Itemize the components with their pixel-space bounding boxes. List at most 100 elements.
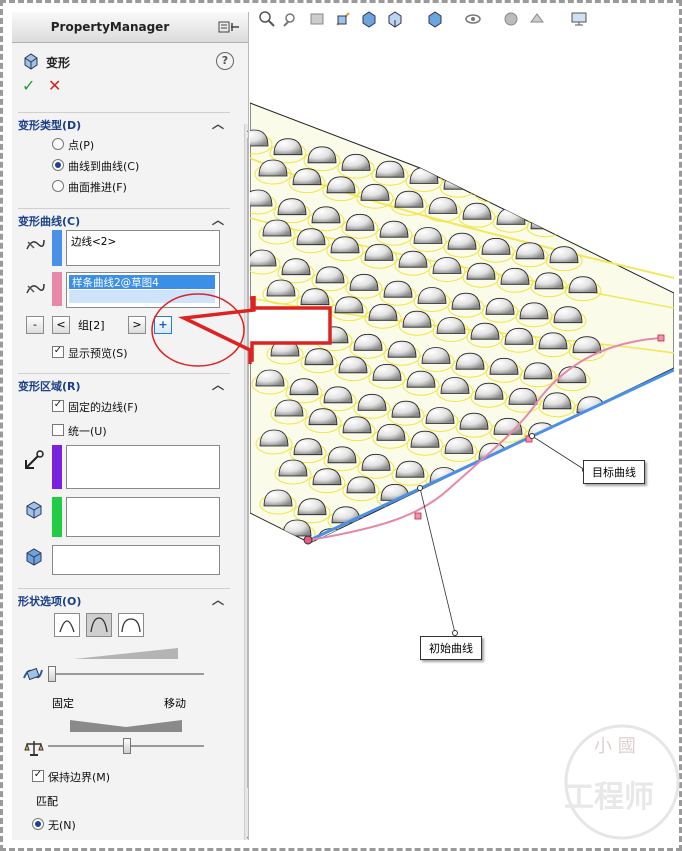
deform-type-title[interactable]: 变形类型(D) ︿ <box>18 112 230 133</box>
watermark-seal: 小 國 工程师 <box>560 720 680 840</box>
hide-show-icon[interactable] <box>426 10 444 28</box>
balance-icon <box>24 741 44 756</box>
checkbox-icon[interactable] <box>32 770 44 782</box>
initial-curve-color-stripe <box>52 230 62 266</box>
view-eye-icon[interactable] <box>464 10 482 28</box>
bump <box>545 186 575 204</box>
bump <box>561 426 591 444</box>
scrollbar-thumb[interactable] <box>247 138 248 788</box>
bump-outline <box>346 540 384 543</box>
panel-header: PropertyManager <box>12 12 248 43</box>
previous-view-icon[interactable] <box>308 10 326 28</box>
deform-curves-title[interactable]: 变形曲线(C) ︿ <box>18 208 230 229</box>
shape-options-section: 形状选项(O) ︿ <box>18 588 230 609</box>
bump <box>448 497 478 514</box>
radio-icon[interactable] <box>52 180 64 192</box>
radio-icon[interactable] <box>32 818 44 830</box>
bump <box>565 486 595 504</box>
shape-stiffness-mid-button[interactable] <box>86 613 112 637</box>
bump-outline <box>542 456 580 478</box>
bump <box>512 447 542 465</box>
watermark-line2: 工程师 <box>564 780 654 815</box>
initial-curve-selection-box[interactable]: 边线<2> <box>66 230 220 266</box>
bump <box>467 532 497 543</box>
initial-curve-item[interactable]: 边线<2> <box>71 234 116 249</box>
anchor-edge-icon <box>25 450 44 469</box>
bump <box>399 520 429 538</box>
bump-outline <box>410 494 448 516</box>
bump <box>530 212 560 230</box>
stiffness-max-icon <box>121 618 141 633</box>
keep-boundary-checkbox[interactable]: 保持边界(M) <box>32 769 110 785</box>
bump-outline <box>561 490 599 512</box>
cancel-button[interactable]: ✕ <box>48 76 61 95</box>
pin-icon[interactable] <box>218 19 240 35</box>
model-view <box>250 102 674 636</box>
target-curve-item[interactable]: 样条曲线2@草图4 <box>69 275 215 289</box>
bump <box>350 536 380 543</box>
next-group-button[interactable]: > <box>128 316 146 334</box>
scroll-up-icon[interactable]: ▲ <box>247 124 248 133</box>
zoom-icon[interactable] <box>258 10 276 28</box>
uniform-label: 统一(U) <box>68 425 107 438</box>
shape-stiffness-max-button[interactable] <box>118 613 144 637</box>
zoom-area-icon[interactable] <box>282 10 300 28</box>
show-preview-checkbox[interactable]: 显示预览(S) <box>52 345 128 361</box>
section-view-icon[interactable] <box>334 10 352 28</box>
radio-surface-push[interactable]: 曲面推进(F) <box>52 179 127 195</box>
keep-boundary-label: 保持边界(M) <box>48 771 111 784</box>
initial-curve-callout: 初始曲线 <box>420 636 482 660</box>
ok-button[interactable]: ✓ <box>22 76 35 95</box>
fixed-edges-checkbox[interactable]: 固定的边线(F) <box>52 399 138 415</box>
panel-scrollbar[interactable]: ▲ ▼ <box>244 124 248 840</box>
fixed-edges-selection-box[interactable] <box>66 445 220 489</box>
radio-point[interactable]: 点(P) <box>52 137 94 153</box>
checkbox-icon[interactable] <box>52 400 64 412</box>
monitor-icon[interactable] <box>570 10 588 28</box>
bump <box>550 512 580 530</box>
help-icon[interactable]: ? <box>216 52 234 70</box>
bump-outline <box>512 511 550 533</box>
radio-icon[interactable] <box>52 159 64 171</box>
bump <box>433 527 463 543</box>
appearance-icon[interactable] <box>502 10 520 28</box>
shape-accuracy-icon <box>23 667 43 681</box>
bump-outline <box>478 506 516 528</box>
radio-surface-push-label: 曲面推进(F) <box>68 181 127 194</box>
deform-region-title[interactable]: 变形区域(R) ︿ <box>18 373 230 394</box>
body-selection-box[interactable] <box>52 545 220 575</box>
target-curve-color-stripe <box>52 272 62 306</box>
deform-region-title-label: 变形区域(R) <box>18 380 81 393</box>
scene-icon[interactable] <box>528 10 546 28</box>
uniform-checkbox[interactable]: 统一(U) <box>52 423 107 439</box>
bump-outline <box>463 536 501 543</box>
view-orientation-icon[interactable] <box>360 10 378 28</box>
bump <box>564 216 594 234</box>
watermark-line1: 小 國 <box>594 736 636 757</box>
collapse-chevron-icon[interactable]: ︿ <box>212 211 224 228</box>
annotation-arrow-head <box>151 293 256 367</box>
collapse-chevron-icon[interactable]: ︿ <box>212 591 224 608</box>
fixed-faces-selection-box[interactable] <box>66 497 220 537</box>
shape-stiffness-min-button[interactable] <box>54 613 80 637</box>
bump <box>531 482 561 500</box>
stiffness-slider-thumb[interactable] <box>123 738 131 754</box>
remove-group-button[interactable]: - <box>26 316 44 334</box>
previous-group-button[interactable]: < <box>52 316 70 334</box>
radio-curve-to-curve[interactable]: 曲线到曲线(C) <box>52 158 139 174</box>
match-none-radio[interactable]: 无(N) <box>32 817 76 833</box>
bump-outline <box>560 220 598 242</box>
shape-accuracy-slider-thumb[interactable] <box>48 666 56 682</box>
graphics-viewport[interactable] <box>250 8 674 842</box>
bump-outline <box>459 476 497 498</box>
checkbox-icon[interactable] <box>52 346 64 358</box>
radio-icon[interactable] <box>52 138 64 150</box>
display-style-icon[interactable] <box>386 10 404 28</box>
checkbox-icon[interactable] <box>52 424 64 436</box>
bump <box>463 472 493 490</box>
collapse-chevron-icon[interactable]: ︿ <box>212 376 224 393</box>
collapse-chevron-icon[interactable]: ︿ <box>212 115 224 132</box>
scroll-down-icon[interactable]: ▼ <box>247 835 248 840</box>
shape-options-title[interactable]: 形状选项(O) ︿ <box>18 588 230 609</box>
bump-outline <box>444 501 482 522</box>
